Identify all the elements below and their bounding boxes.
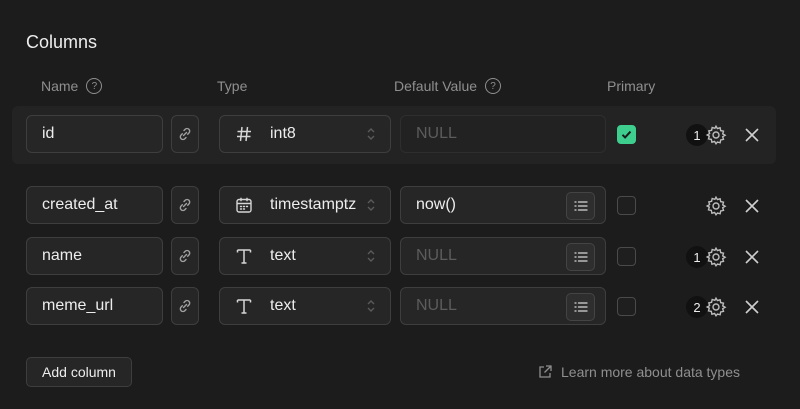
default-value: now() bbox=[416, 196, 457, 213]
primary-key-checkbox[interactable] bbox=[617, 297, 636, 316]
close-icon[interactable] bbox=[743, 197, 761, 215]
gear-icon[interactable] bbox=[705, 296, 727, 318]
gear-icon[interactable] bbox=[705, 195, 727, 217]
add-column-button[interactable]: Add column bbox=[26, 357, 132, 387]
list-icon bbox=[573, 200, 588, 212]
suggestions-list-button[interactable] bbox=[566, 243, 595, 271]
foreign-key-button[interactable] bbox=[171, 237, 199, 275]
columns-title: Columns bbox=[26, 32, 98, 52]
hash-icon bbox=[234, 125, 254, 143]
foreign-key-button[interactable] bbox=[171, 115, 199, 153]
close-icon[interactable] bbox=[743, 126, 761, 144]
column-name-input[interactable]: id bbox=[26, 115, 163, 153]
text-type-icon bbox=[234, 297, 254, 315]
learn-more-link[interactable]: Learn more about data types bbox=[538, 364, 740, 380]
learn-more-label: Learn more about data types bbox=[561, 364, 741, 380]
chevron-up-down-icon bbox=[366, 248, 376, 269]
external-link-icon bbox=[539, 365, 552, 378]
column-type-select[interactable]: timestamptz bbox=[219, 186, 391, 224]
default-value-input[interactable]: now() bbox=[400, 186, 606, 224]
column-type-value: int8 bbox=[270, 125, 296, 142]
default-value-placeholder: NULL bbox=[416, 247, 457, 264]
suggestions-list-button[interactable] bbox=[566, 293, 595, 321]
chevron-up-down-icon bbox=[366, 197, 376, 218]
suggestions-list-button[interactable] bbox=[566, 192, 595, 220]
column-name-input[interactable]: name bbox=[26, 237, 163, 275]
column-name-value: meme_url bbox=[42, 297, 114, 314]
column-type-value: text bbox=[270, 247, 296, 264]
column-type-select[interactable]: text bbox=[219, 287, 391, 325]
header-type-label: Type bbox=[217, 78, 248, 94]
link-icon bbox=[177, 197, 193, 213]
header-default-value: Default Value ? bbox=[394, 78, 502, 94]
column-name-value: name bbox=[42, 247, 83, 264]
header-default-label: Default Value bbox=[394, 78, 478, 94]
column-row: id int8 NULL 1 bbox=[0, 115, 800, 155]
column-type-value: text bbox=[270, 297, 296, 314]
list-icon bbox=[573, 251, 588, 263]
gear-icon[interactable] bbox=[705, 246, 727, 268]
close-icon[interactable] bbox=[743, 298, 761, 316]
column-name-value: id bbox=[42, 125, 55, 142]
column-type-select[interactable]: int8 bbox=[219, 115, 391, 153]
help-icon[interactable]: ? bbox=[485, 78, 502, 94]
foreign-key-button[interactable] bbox=[171, 186, 199, 224]
column-name-input[interactable]: meme_url bbox=[26, 287, 163, 325]
list-icon bbox=[573, 301, 588, 313]
chevron-up-down-icon bbox=[366, 126, 376, 147]
close-icon[interactable] bbox=[743, 248, 761, 266]
foreign-key-button[interactable] bbox=[171, 287, 199, 325]
calendar-icon bbox=[234, 196, 254, 214]
header-name-label: Name bbox=[41, 78, 79, 94]
primary-key-checkbox[interactable] bbox=[617, 196, 636, 215]
default-value-input: NULL bbox=[400, 115, 606, 153]
primary-key-checkbox[interactable] bbox=[617, 247, 636, 266]
default-value-placeholder: NULL bbox=[416, 297, 457, 314]
column-row: name text NULL 1 bbox=[0, 237, 800, 277]
help-icon[interactable]: ? bbox=[86, 78, 103, 94]
column-row: meme_url text NULL 2 bbox=[0, 287, 800, 327]
column-type-value: timestamptz bbox=[270, 196, 357, 213]
header-type: Type bbox=[217, 78, 247, 94]
link-icon bbox=[177, 248, 193, 264]
default-value-input[interactable]: NULL bbox=[400, 287, 606, 325]
primary-key-checkbox[interactable] bbox=[617, 125, 636, 144]
column-name-input[interactable]: created_at bbox=[26, 186, 163, 224]
header-primary: Primary bbox=[607, 78, 655, 94]
text-type-icon bbox=[234, 247, 254, 265]
link-icon bbox=[177, 126, 193, 142]
header-primary-label: Primary bbox=[607, 78, 656, 94]
gear-icon[interactable] bbox=[705, 124, 727, 146]
check-icon bbox=[620, 128, 633, 141]
chevron-up-down-icon bbox=[366, 298, 376, 319]
column-row: created_at timestamptz now() bbox=[0, 186, 800, 226]
default-value-placeholder: NULL bbox=[416, 125, 457, 142]
link-icon bbox=[177, 298, 193, 314]
header-name: Name ? bbox=[41, 78, 103, 94]
column-type-select[interactable]: text bbox=[219, 237, 391, 275]
default-value-input[interactable]: NULL bbox=[400, 237, 606, 275]
column-name-value: created_at bbox=[42, 196, 118, 213]
